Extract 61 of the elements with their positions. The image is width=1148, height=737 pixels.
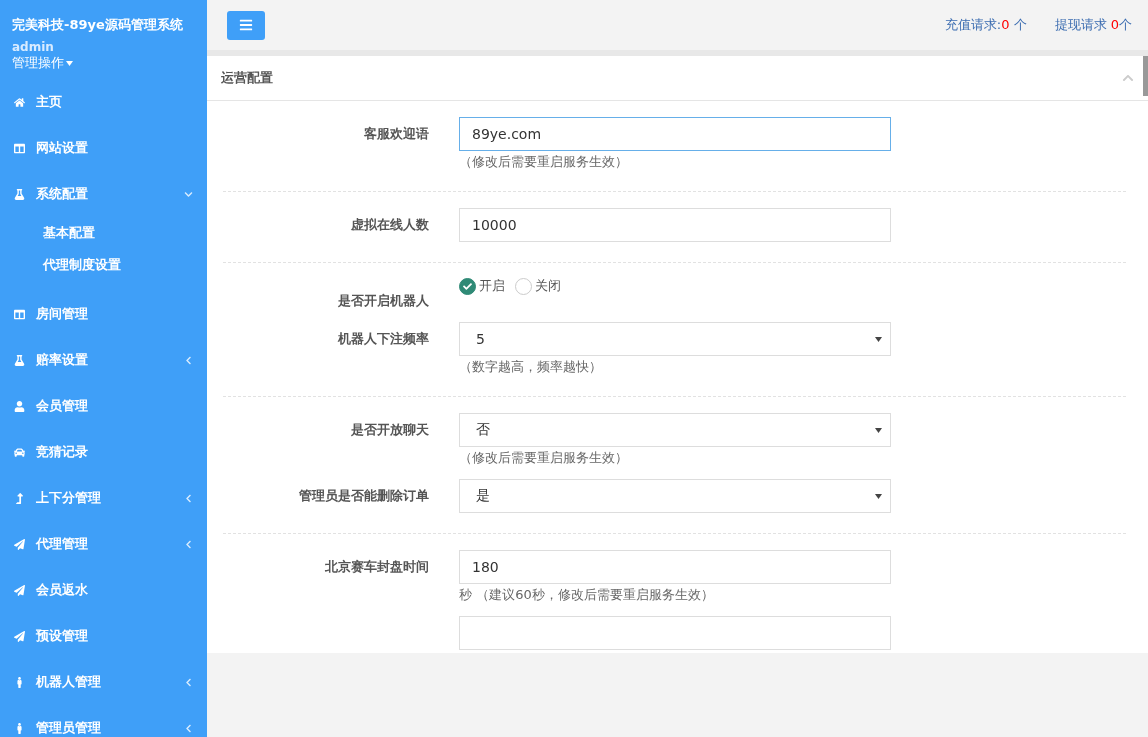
sidebar-item[interactable]: 管理员管理 xyxy=(0,705,207,737)
sidebar-item[interactable]: 上下分管理 xyxy=(0,475,207,521)
sidebar-item[interactable]: 竞猜记录 xyxy=(0,429,207,475)
text-input[interactable]: 10000 xyxy=(459,208,891,242)
sidebar-subitem[interactable]: 基本配置 xyxy=(0,217,207,249)
sidebar-item[interactable]: 机器人管理 xyxy=(0,659,207,705)
columns-icon xyxy=(12,142,26,154)
sidebar-subitem[interactable]: 代理制度设置 xyxy=(0,249,207,281)
sidebar-item[interactable]: 会员返水 xyxy=(0,567,207,613)
sidebar-item[interactable]: 预设管理 xyxy=(0,613,207,659)
caret-icon xyxy=(66,60,73,66)
scrollbar[interactable] xyxy=(1143,56,1148,96)
text-input[interactable]: 89ye.com xyxy=(459,117,891,151)
panel-title: 运营配置 xyxy=(221,69,274,87)
field-label: 客服欢迎语 xyxy=(364,126,429,141)
paper-plane-icon xyxy=(12,538,26,550)
menu-icon xyxy=(239,18,253,32)
radio-circle-icon xyxy=(515,277,532,295)
text-input[interactable] xyxy=(459,616,891,650)
field-label: 管理员是否能删除订单 xyxy=(299,488,429,503)
user-menu[interactable]: 管理操作 xyxy=(0,54,85,72)
username: admin xyxy=(11,39,55,54)
home-icon xyxy=(12,96,26,108)
field-label: 北京赛车封盘时间 xyxy=(325,559,429,574)
request-count-link[interactable]: 充值请求:0 个 xyxy=(944,16,1027,34)
sidebar-item[interactable]: 会员管理 xyxy=(0,383,207,429)
field-hint: 秒 （建议60秒，修改后需要重启服务生效） xyxy=(459,586,715,604)
field-label: 是否开启机器人 xyxy=(338,293,429,308)
caret-icon xyxy=(875,493,882,499)
sidebar-item[interactable]: 主页 xyxy=(0,79,207,125)
sidebar-item[interactable]: 网站设置 xyxy=(0,125,207,171)
field-label: 机器人下注频率 xyxy=(338,331,429,346)
field-label: 是否开放聊天 xyxy=(351,422,429,437)
text-input[interactable]: 180 xyxy=(459,550,891,584)
user-icon xyxy=(12,400,26,412)
paper-plane-icon xyxy=(12,584,26,596)
sidebar-item[interactable]: 房间管理 xyxy=(0,291,207,337)
caret-icon xyxy=(875,336,882,342)
field-hint: （修改后需要重启服务生效） xyxy=(459,449,629,467)
flask-icon xyxy=(12,354,26,366)
paper-plane-icon xyxy=(12,630,26,642)
sidebar-item[interactable]: 代理管理 xyxy=(0,521,207,567)
menu-button[interactable] xyxy=(227,10,265,40)
sidebar-item[interactable]: 系统配置 xyxy=(0,171,207,217)
caret-icon xyxy=(875,427,882,433)
flask-icon xyxy=(12,188,26,200)
select-dropdown[interactable]: 5 xyxy=(459,322,891,356)
radio-option[interactable]: 关闭 xyxy=(515,277,561,295)
field-label: 虚拟在线人数 xyxy=(351,217,429,232)
field-hint: （修改后需要重启服务生效） xyxy=(459,153,629,171)
car-icon xyxy=(12,446,26,458)
app-title: 完美科技-89ye源码管理系统 xyxy=(11,16,184,34)
chevron-up-icon[interactable] xyxy=(1122,72,1134,84)
select-dropdown[interactable]: 否 xyxy=(459,413,891,447)
checked-radio-icon xyxy=(459,277,476,295)
sidebar-item[interactable]: 赔率设置 xyxy=(0,337,207,383)
columns-icon xyxy=(12,308,26,320)
radio-option[interactable]: 开启 xyxy=(459,277,505,295)
request-count-link[interactable]: 提现请求 0个 xyxy=(1054,16,1132,34)
select-dropdown[interactable]: 是 xyxy=(459,479,891,513)
field-hint: （数字越高，频率越快） xyxy=(459,358,603,376)
